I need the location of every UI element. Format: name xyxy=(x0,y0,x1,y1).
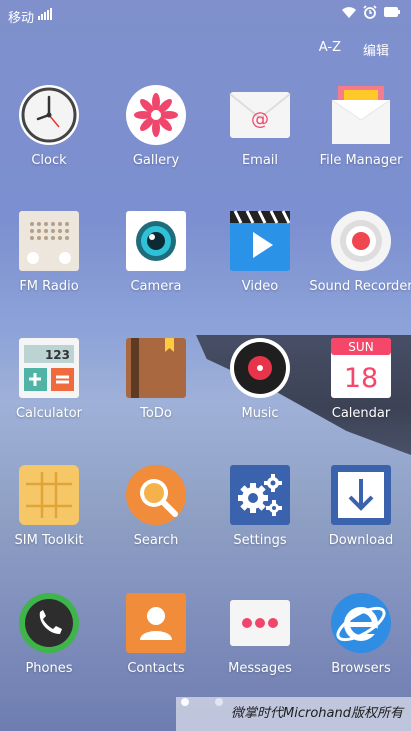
page-dot[interactable] xyxy=(215,698,223,706)
app-label: Sound Recorder xyxy=(309,279,411,294)
app-label: Email xyxy=(241,153,279,168)
app-label: Browsers xyxy=(331,661,391,676)
gallery-icon xyxy=(125,84,187,146)
messages-icon xyxy=(229,592,291,654)
app-label: Music xyxy=(241,406,279,421)
app-fm-radio[interactable]: FM Radio xyxy=(0,210,101,294)
app-label: Calendar xyxy=(331,406,391,421)
app-clock[interactable]: Clock xyxy=(0,84,101,168)
signal-strength-icon xyxy=(38,8,52,20)
app-phones[interactable]: Phones xyxy=(0,592,101,676)
clock-icon xyxy=(18,84,80,146)
app-contacts[interactable]: Contacts xyxy=(104,592,208,676)
app-settings[interactable]: Settings xyxy=(208,464,312,548)
download-icon xyxy=(330,464,392,526)
email-icon: @ xyxy=(229,84,291,146)
camera-icon xyxy=(125,210,187,272)
edit-button[interactable]: 编辑 xyxy=(363,40,389,59)
app-todo[interactable]: ToDo xyxy=(104,337,208,421)
app-label: File Manager xyxy=(319,153,403,168)
search-icon xyxy=(125,464,187,526)
app-music[interactable]: Music xyxy=(208,337,312,421)
app-label: Contacts xyxy=(127,661,185,676)
video-icon xyxy=(229,210,291,272)
top-actions: A-Z 编辑 xyxy=(319,40,389,59)
page-dot-active[interactable] xyxy=(181,698,189,706)
app-label: Phones xyxy=(25,661,73,676)
calendar-icon: SUN 18 xyxy=(330,337,392,399)
app-sound-recorder[interactable]: Sound Recorder xyxy=(309,210,411,294)
calculator-display-text: 123 xyxy=(45,348,70,362)
fm-radio-icon xyxy=(18,210,80,272)
status-bar: 移动 xyxy=(0,0,411,32)
phone-icon xyxy=(18,592,80,654)
todo-icon xyxy=(125,337,187,399)
alarm-icon xyxy=(363,5,377,19)
calendar-day-text: SUN xyxy=(348,340,373,354)
settings-icon xyxy=(229,464,291,526)
app-search[interactable]: Search xyxy=(104,464,208,548)
sim-toolkit-icon xyxy=(18,464,80,526)
app-calendar[interactable]: SUN 18 Calendar xyxy=(309,337,411,421)
svg-text:@: @ xyxy=(251,109,269,130)
app-label: Search xyxy=(133,533,179,548)
page-indicator xyxy=(181,698,223,706)
app-label: Download xyxy=(328,533,394,548)
app-label: Gallery xyxy=(132,153,180,168)
sort-az-button[interactable]: A-Z xyxy=(319,40,341,59)
app-browsers[interactable]: Browsers xyxy=(309,592,411,676)
browser-icon xyxy=(330,592,392,654)
battery-icon xyxy=(384,7,400,17)
app-label: FM Radio xyxy=(19,279,79,294)
app-gallery[interactable]: Gallery xyxy=(104,84,208,168)
contacts-icon xyxy=(125,592,187,654)
app-download[interactable]: Download xyxy=(309,464,411,548)
file-manager-icon xyxy=(330,84,392,146)
app-video[interactable]: Video xyxy=(208,210,312,294)
app-label: Camera xyxy=(130,279,182,294)
app-email[interactable]: @ Email xyxy=(208,84,312,168)
wifi-icon xyxy=(342,7,356,18)
app-camera[interactable]: Camera xyxy=(104,210,208,294)
app-label: Clock xyxy=(31,153,67,168)
calendar-date-text: 18 xyxy=(344,363,378,394)
app-label: Messages xyxy=(228,661,292,676)
carrier-label: 移动 xyxy=(8,11,35,26)
calculator-icon: 123 xyxy=(18,337,80,399)
app-messages[interactable]: Messages xyxy=(208,592,312,676)
app-label: Settings xyxy=(233,533,287,548)
app-calculator[interactable]: 123 Calculator xyxy=(0,337,101,421)
app-label: ToDo xyxy=(140,406,172,421)
sound-recorder-icon xyxy=(330,210,392,272)
app-sim-toolkit[interactable]: SIM Toolkit xyxy=(0,464,101,548)
app-label: SIM Toolkit xyxy=(14,533,84,548)
app-label: Video xyxy=(241,279,279,294)
app-file-manager[interactable]: File Manager xyxy=(309,84,411,168)
music-icon xyxy=(229,337,291,399)
app-label: Calculator xyxy=(15,406,82,421)
